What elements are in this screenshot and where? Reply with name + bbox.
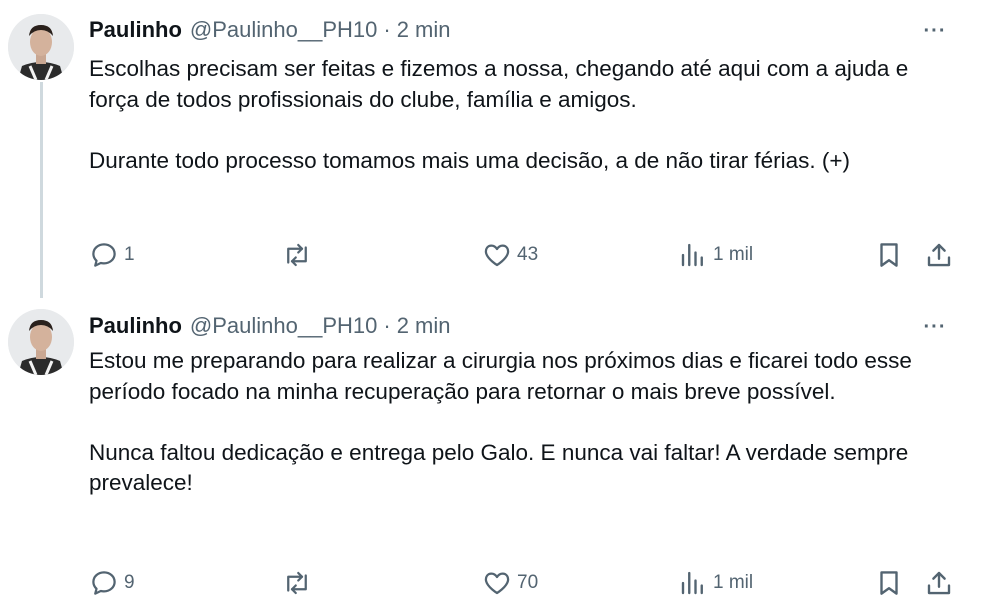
tweet-paragraph: Nunca faltou dedicação e entrega pelo Ga… — [89, 439, 909, 496]
views-button[interactable]: 1 mil — [678, 238, 753, 272]
author-name[interactable]: Paulinho — [89, 17, 182, 43]
avatar[interactable] — [8, 309, 74, 375]
speech-bubble-icon — [89, 568, 119, 598]
heart-icon — [482, 568, 512, 598]
tweet-actions: 1 43 1 mil — [0, 238, 984, 272]
views-count: 1 mil — [713, 244, 754, 265]
tweet-paragraph: Estou me preparando para realizar a ciru… — [89, 348, 912, 404]
separator-dot: · — [383, 313, 391, 338]
author-name[interactable]: Paulinho — [89, 313, 182, 339]
reply-count: 1 — [124, 244, 135, 265]
bookmark-button[interactable] — [874, 238, 904, 272]
tweet-header: Paulinho @Paulinho__PH10 · 2 min — [89, 15, 450, 45]
share-button[interactable] — [924, 566, 954, 600]
heart-icon — [482, 240, 512, 270]
retweet-button[interactable] — [282, 238, 317, 272]
speech-bubble-icon — [89, 240, 119, 270]
avatar[interactable] — [8, 14, 74, 80]
author-handle[interactable]: @Paulinho__PH10 — [190, 313, 377, 339]
tweet-text: Escolhas precisam ser feitas e fizemos a… — [89, 54, 949, 176]
like-count: 70 — [517, 572, 539, 593]
views-button[interactable]: 1 mil — [678, 566, 753, 600]
tweet-paragraph: Escolhas precisam ser feitas e fizemos a… — [89, 56, 909, 112]
reply-button[interactable]: 9 — [89, 566, 135, 600]
bar-chart-icon — [678, 568, 708, 598]
like-count: 43 — [517, 244, 539, 265]
timestamp[interactable]: 2 min — [397, 17, 451, 43]
reply-count: 9 — [124, 572, 135, 593]
tweet-text: Estou me preparando para realizar a ciru… — [89, 346, 949, 499]
more-options-button[interactable]: ··· — [920, 312, 950, 342]
tweet[interactable]: Paulinho @Paulinho__PH10 · 2 min ··· Esc… — [0, 0, 984, 298]
upload-arrow-icon — [924, 240, 954, 270]
reply-button[interactable]: 1 — [89, 238, 135, 272]
upload-arrow-icon — [924, 568, 954, 598]
retweet-arrows-icon — [282, 240, 312, 270]
bookmark-icon — [874, 568, 904, 598]
views-count: 1 mil — [713, 572, 754, 593]
author-handle[interactable]: @Paulinho__PH10 — [190, 17, 377, 43]
bookmark-icon — [874, 240, 904, 270]
more-options-button[interactable]: ··· — [920, 16, 950, 46]
bookmark-button[interactable] — [874, 566, 904, 600]
like-button[interactable]: 43 — [482, 238, 538, 272]
bar-chart-icon — [678, 240, 708, 270]
tweet-header: Paulinho @Paulinho__PH10 · 2 min — [89, 311, 450, 341]
tweet[interactable]: Paulinho @Paulinho__PH10 · 2 min ··· Est… — [0, 298, 984, 612]
timestamp[interactable]: 2 min — [397, 313, 451, 339]
tweet-paragraph: Durante todo processo tomamos mais uma d… — [89, 147, 850, 173]
share-button[interactable] — [924, 238, 954, 272]
tweet-actions: 9 70 1 mil — [0, 566, 984, 600]
retweet-arrows-icon — [282, 568, 312, 598]
retweet-button[interactable] — [282, 566, 317, 600]
separator-dot: · — [383, 17, 391, 42]
like-button[interactable]: 70 — [482, 566, 538, 600]
